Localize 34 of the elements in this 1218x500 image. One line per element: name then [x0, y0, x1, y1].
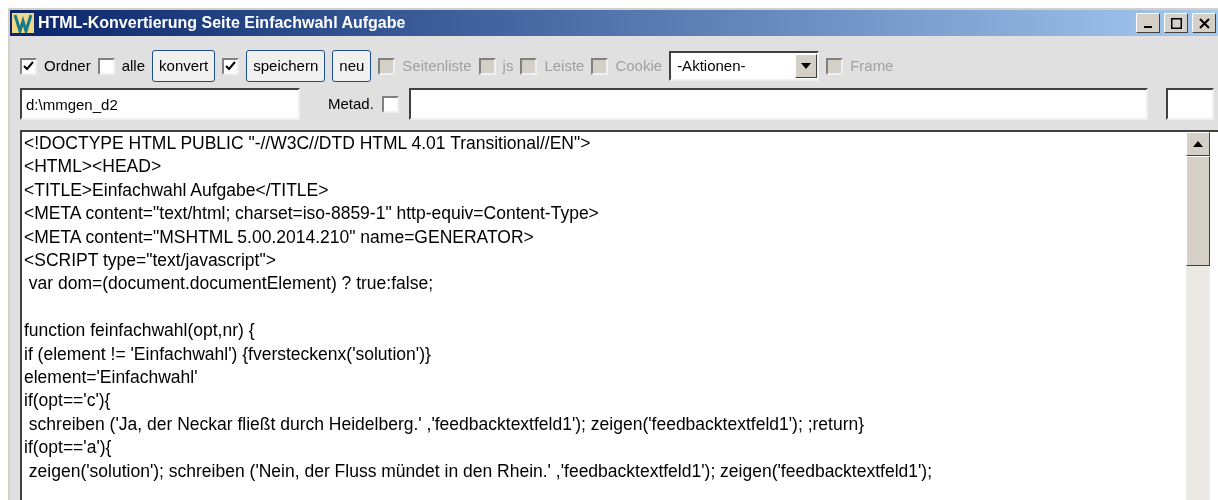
actions-dropdown[interactable]: -Aktionen-	[669, 51, 820, 81]
checkbox-label: alle	[121, 55, 146, 76]
checkmark-icon	[23, 60, 34, 72]
checkbox-label: js	[502, 55, 514, 76]
scroll-thumb[interactable]	[1186, 156, 1210, 266]
maximize-icon	[1170, 17, 1182, 29]
metadata-field[interactable]	[408, 88, 1148, 120]
app-logo-icon	[12, 13, 34, 33]
checkbox-label: Cookie	[615, 55, 663, 76]
checkbox[interactable]	[222, 57, 240, 75]
dropdown-value: -Aktionen-	[676, 55, 747, 76]
metadata-label: Metad.	[328, 93, 374, 114]
checkbox-label: Leiste	[544, 55, 585, 76]
checkmark-icon	[225, 60, 237, 72]
checkbox[interactable]	[381, 95, 399, 113]
minimize-button[interactable]	[1136, 13, 1160, 33]
scroll-up-button[interactable]	[1186, 132, 1210, 156]
window-title: HTML-Konvertierung Seite Einfachwahl Aufgabe	[38, 13, 407, 33]
toolbar-button[interactable]: konvert	[152, 50, 216, 82]
toolbar-button[interactable]: speichern	[246, 50, 326, 82]
checkbox-label: Seitenliste	[402, 55, 472, 76]
maximize-button[interactable]	[1164, 13, 1188, 33]
path-field[interactable]: d:\mmgen_d2	[20, 88, 300, 120]
checkbox-label: Frame	[850, 55, 894, 76]
checkbox-label: Ordner	[44, 55, 91, 76]
toolbar-button[interactable]: neu	[332, 50, 372, 82]
checkbox[interactable]	[97, 57, 115, 75]
scrollbar[interactable]	[1186, 132, 1210, 500]
close-icon	[1198, 17, 1210, 29]
close-button[interactable]	[1192, 13, 1216, 33]
up-arrow-icon	[1193, 141, 1203, 147]
checkbox[interactable]	[20, 57, 37, 75]
minimize-icon	[1144, 26, 1152, 28]
small-field[interactable]	[1166, 88, 1214, 120]
